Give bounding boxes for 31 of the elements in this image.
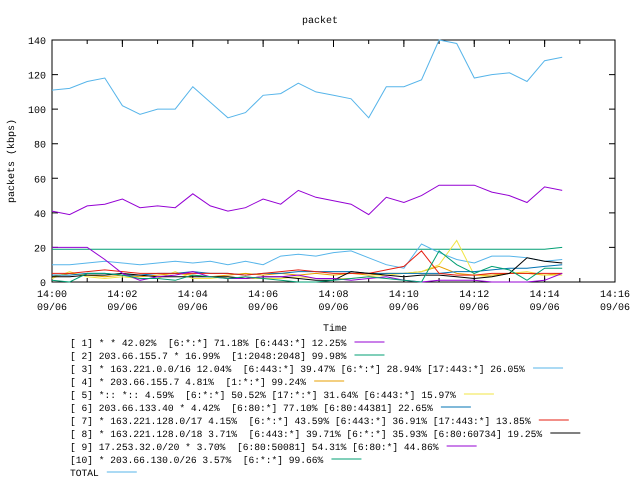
legend-label: [ 8] * 163.221.128.0/18 3.71% [6:443:*] 39.71% [6:*:*] 35.93% [6:80:60734] 19.25%	[70, 429, 542, 440]
legend-label: [ 4] * 203.66.155.7 4.81% [1:*:*] 99.24%	[70, 377, 306, 388]
x-tick-label: 14:14 09/06	[530, 290, 560, 314]
legend-label: [ 2] 203.66.155.7 * 16.99% [1:2048:2048] 99.98%	[70, 351, 346, 362]
legend-label: [ 9] 17.253.32.0/20 * 3.70% [6:80:50081] 54.31% [6:80:*] 44.86%	[70, 442, 438, 453]
x-tick-label: 14:02 09/06	[107, 290, 138, 314]
y-tick-label: 100	[28, 106, 46, 118]
y-tick-label: 40	[34, 210, 46, 221]
legend-label: TOTAL	[70, 468, 99, 479]
y-tick-label: 60	[34, 175, 46, 186]
y-tick-label: 120	[28, 72, 46, 83]
legend-label: [ 6] 203.66.133.40 * 4.42% [6:80:*] 77.10% [6:80:44381] 22.65%	[70, 403, 433, 414]
x-tick-label: 14:00 09/06	[37, 290, 67, 314]
x-tick-label: 14:16 09/06	[600, 290, 630, 314]
y-tick-label: 140	[28, 37, 46, 48]
legend-label: [10] * 203.66.130.0/26 3.57% [6:*:*] 99.66%	[70, 455, 324, 466]
x-axis-title: Time	[323, 324, 347, 335]
x-tick-label: 14:04 09/06	[178, 290, 208, 314]
legend-label: [ 1] * * 42.02% [6:*:*] 71.18% [6:443:*] 12.25%	[70, 338, 346, 349]
legend-label: [ 5] *:: *:: 4.59% [6:*:*] 50.52% [17:*:*] 31.64% [6:443:*] 15.97%	[70, 390, 456, 401]
y-tick-label: 80	[34, 140, 46, 152]
y-axis-title: packets (kbps)	[7, 119, 18, 203]
y-tick-label: 20	[34, 244, 46, 256]
x-tick-label: 14:08 09/06	[318, 290, 348, 314]
x-tick-label: 14:12 09/06	[459, 290, 490, 314]
legend-label: [ 3] * 163.221.0.0/16 12.04% [6:443:*] 39.47% [6:*:*] 28.94% [17:443:*] 26.05%	[70, 364, 525, 375]
x-tick-label: 14:06 09/06	[248, 290, 278, 314]
legend-label: [ 7] * 163.221.128.0/17 4.15% [6:*:*] 43.59% [6:443:*] 36.91% [17:443:*] 13.85%	[70, 416, 531, 427]
chart-title: packet	[302, 16, 338, 27]
x-tick-label: 14:10 09/06	[388, 290, 419, 314]
y-tick-label: 0	[40, 279, 46, 290]
